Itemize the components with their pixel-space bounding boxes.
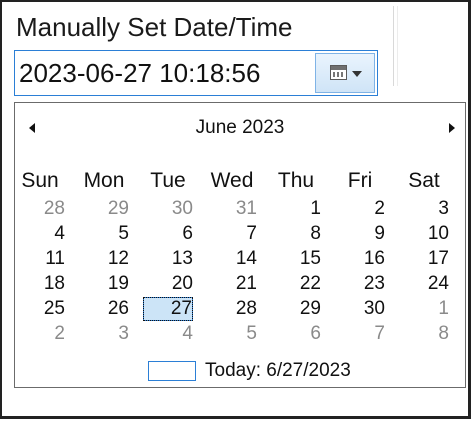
calendar-day[interactable]: 1 [399, 297, 449, 321]
calendar-day[interactable]: 2 [335, 197, 385, 221]
calendar-day[interactable]: 10 [399, 222, 449, 246]
datetime-picker[interactable]: 2023-06-27 10:18:56 [14, 50, 378, 96]
group-label: Manually Set Date/Time [16, 12, 293, 42]
calendar-day[interactable]: 31 [207, 197, 257, 221]
calendar-day[interactable]: 11 [15, 247, 65, 271]
calendar-week-row: 18 19 20 21 22 23 24 [15, 272, 465, 296]
calendar-day[interactable]: 16 [335, 247, 385, 271]
calendar-day[interactable]: 30 [335, 297, 385, 321]
calendar-day[interactable]: 28 [207, 297, 257, 321]
calendar-day[interactable]: 2 [15, 322, 65, 346]
calendar-day[interactable]: 4 [143, 322, 193, 346]
calendar-day[interactable]: 28 [15, 197, 65, 221]
calendar-day[interactable]: 17 [399, 247, 449, 271]
calendar-day[interactable]: 8 [399, 322, 449, 346]
datetime-value[interactable]: 2023-06-27 10:18:56 [19, 57, 260, 89]
calendar-day[interactable]: 6 [143, 222, 193, 246]
today-label[interactable]: Today: 6/27/2023 [205, 359, 351, 383]
calendar-day[interactable]: 7 [207, 222, 257, 246]
weekday-header-row: Sun Mon Tue Wed Thu Fri Sat [15, 169, 465, 193]
calendar-week-row: 4 5 6 7 8 9 10 [15, 222, 465, 246]
weekday-header: Fri [347, 169, 373, 192]
calendar-week-row: 11 12 13 14 15 16 17 [15, 247, 465, 271]
calendar-week-row: 28 29 30 31 1 2 3 [15, 197, 465, 221]
next-month-icon[interactable] [449, 123, 455, 133]
divider [393, 6, 394, 86]
calendar-day[interactable]: 25 [15, 297, 65, 321]
calendar-day[interactable]: 12 [79, 247, 129, 271]
calendar-day[interactable]: 21 [207, 272, 257, 296]
divider [397, 6, 398, 86]
weekday-header: Thu [277, 169, 315, 192]
calendar-day[interactable]: 29 [79, 197, 129, 221]
calendar-day[interactable]: 20 [143, 272, 193, 296]
month-calendar[interactable]: June 2023 Sun Mon Tue Wed Thu Fri Sat 28… [14, 102, 466, 388]
today-marker [148, 361, 196, 381]
weekday-header: Sun [21, 169, 59, 192]
calendar-day[interactable]: 15 [271, 247, 321, 271]
calendar-day[interactable]: 30 [143, 197, 193, 221]
weekday-header: Mon [83, 169, 125, 192]
calendar-day[interactable]: 1 [271, 197, 321, 221]
calendar-day[interactable]: 6 [271, 322, 321, 346]
calendar-day[interactable]: 5 [79, 222, 129, 246]
calendar-day-selected[interactable]: 27 [143, 297, 193, 321]
chevron-down-icon [352, 71, 362, 77]
calendar-week-row: 2345678 [15, 322, 465, 346]
calendar-day[interactable]: 29 [271, 297, 321, 321]
weekday-header: Wed [210, 169, 254, 192]
calendar-icon [330, 65, 347, 80]
calendar-day[interactable]: 19 [79, 272, 129, 296]
month-title[interactable]: June 2023 [15, 117, 465, 139]
calendar-dropdown-button[interactable] [315, 53, 375, 93]
calendar-day[interactable]: 3 [79, 322, 129, 346]
calendar-day[interactable]: 22 [271, 272, 321, 296]
calendar-week-row: 25 26 27 28 29 30 1 [15, 297, 465, 321]
weekday-header: Sat [408, 169, 440, 192]
calendar-day[interactable]: 7 [335, 322, 385, 346]
calendar-day[interactable]: 24 [399, 272, 449, 296]
calendar-day[interactable]: 14 [207, 247, 257, 271]
calendar-day[interactable]: 26 [79, 297, 129, 321]
today-link[interactable]: Today: 6/27/2023 [15, 359, 465, 385]
calendar-day[interactable]: 5 [207, 322, 257, 346]
calendar-day[interactable]: 8 [271, 222, 321, 246]
calendar-day[interactable]: 18 [15, 272, 65, 296]
calendar-day[interactable]: 23 [335, 272, 385, 296]
calendar-day[interactable]: 4 [15, 222, 65, 246]
weekday-header: Tue [150, 169, 186, 192]
calendar-day[interactable]: 13 [143, 247, 193, 271]
calendar-day[interactable]: 3 [399, 197, 449, 221]
calendar-day[interactable]: 9 [335, 222, 385, 246]
